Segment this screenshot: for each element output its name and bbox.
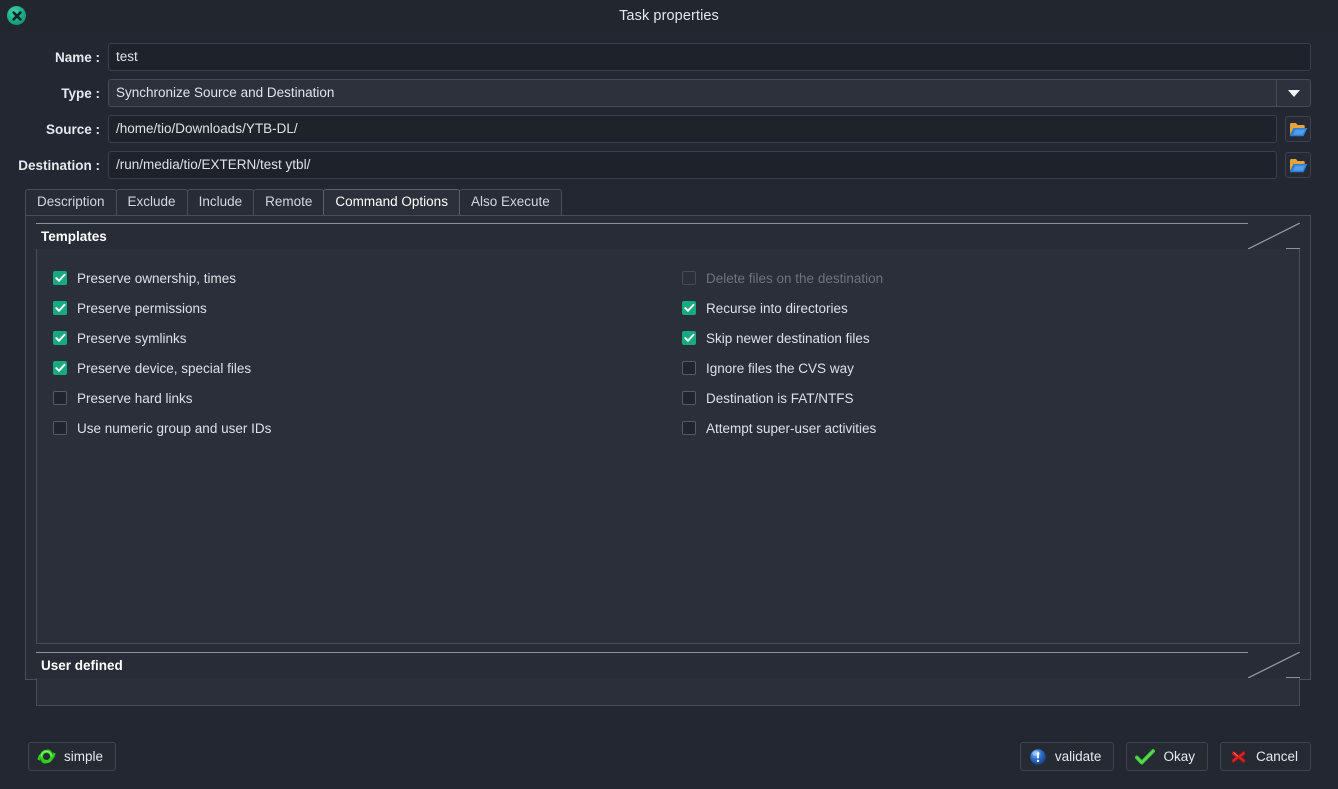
task-form: Name : test Type : Synchronize Source an… bbox=[0, 31, 1338, 179]
cancel-button-label: Cancel bbox=[1255, 749, 1298, 764]
checkbox-row[interactable]: Preserve hard links bbox=[53, 383, 668, 413]
name-label: Name : bbox=[54, 49, 100, 65]
tab-exclude[interactable]: Exclude bbox=[115, 189, 188, 215]
checkbox-checked-icon[interactable] bbox=[682, 331, 696, 345]
checkbox-label: Preserve device, special files bbox=[77, 360, 252, 376]
window-title: Task properties bbox=[619, 7, 719, 24]
user-defined-group-title: User defined bbox=[41, 658, 123, 673]
info-exclamation-icon bbox=[1029, 748, 1047, 766]
destination-input[interactable]: /run/media/tio/EXTERN/test ytbl/ bbox=[108, 151, 1277, 179]
title-bar: Task properties bbox=[0, 0, 1338, 31]
check-mark-icon bbox=[1135, 748, 1156, 766]
checkbox-unchecked-icon[interactable] bbox=[682, 421, 696, 435]
checkbox-label: Use numeric group and user IDs bbox=[77, 420, 272, 436]
checkbox-label: Recurse into directories bbox=[706, 300, 848, 316]
checkbox-row[interactable]: Use numeric group and user IDs bbox=[53, 413, 668, 443]
checkbox-row[interactable]: Skip newer destination files bbox=[682, 323, 1299, 353]
checkbox-label: Preserve ownership, times bbox=[77, 270, 237, 286]
templates-group-body: Preserve ownership, times Preserve permis… bbox=[36, 249, 1300, 644]
checkbox-row[interactable]: Preserve ownership, times bbox=[53, 263, 668, 293]
okay-button-label: Okay bbox=[1163, 749, 1195, 764]
validate-button-label: validate bbox=[1054, 749, 1102, 764]
checkbox-row[interactable]: Attempt super-user activities bbox=[682, 413, 1299, 443]
tab-also-execute[interactable]: Also Execute bbox=[458, 189, 562, 215]
checkbox-row: Delete files on the destination bbox=[682, 263, 1299, 293]
name-input[interactable]: test bbox=[108, 43, 1311, 71]
user-defined-group-body bbox=[36, 678, 1300, 706]
checkbox-checked-icon[interactable] bbox=[53, 271, 67, 285]
templates-right-column: Delete files on the destination Recurse i… bbox=[668, 263, 1299, 643]
checkbox-label: Delete files on the destination bbox=[706, 270, 884, 286]
checkbox-label: Ignore files the CVS way bbox=[706, 360, 854, 376]
source-label: Source : bbox=[45, 121, 100, 137]
sync-arrows-icon bbox=[37, 747, 56, 766]
tab-include[interactable]: Include bbox=[186, 189, 255, 215]
checkbox-row[interactable]: Recurse into directories bbox=[682, 293, 1299, 323]
checkbox-unchecked-icon[interactable] bbox=[682, 361, 696, 375]
templates-group-title: Templates bbox=[41, 229, 107, 244]
tab-description[interactable]: Description bbox=[25, 189, 117, 215]
tab-remote[interactable]: Remote bbox=[253, 189, 325, 215]
checkbox-checked-icon[interactable] bbox=[53, 301, 67, 315]
red-cross-icon bbox=[1229, 748, 1248, 766]
destination-label: Destination : bbox=[18, 157, 100, 173]
checkbox-unchecked-icon bbox=[682, 271, 696, 285]
folder-open-icon bbox=[1289, 122, 1307, 136]
checkbox-row[interactable]: Preserve symlinks bbox=[53, 323, 668, 353]
checkbox-checked-icon[interactable] bbox=[682, 301, 696, 315]
type-label: Type : bbox=[61, 85, 100, 101]
user-defined-group: User defined bbox=[36, 652, 1300, 706]
dialog-action-buttons: validate Okay Cancel bbox=[1019, 742, 1311, 771]
tab-bar: Description Exclude Include Remote Command O… bbox=[25, 189, 1338, 215]
type-select-value: Synchronize Source and Destination bbox=[116, 85, 335, 100]
source-row: Source : /home/tio/Downloads/YTB-DL/ bbox=[0, 115, 1311, 143]
checkbox-row[interactable]: Preserve permissions bbox=[53, 293, 668, 323]
checkbox-row[interactable]: Ignore files the CVS way bbox=[682, 353, 1299, 383]
user-defined-group-header: User defined bbox=[36, 652, 1300, 678]
checkbox-label: Attempt super-user activities bbox=[706, 420, 877, 436]
cancel-button[interactable]: Cancel bbox=[1219, 742, 1311, 771]
checkbox-unchecked-icon[interactable] bbox=[53, 421, 67, 435]
checkbox-row[interactable]: Destination is FAT/NTFS bbox=[682, 383, 1299, 413]
folder-open-icon bbox=[1289, 158, 1307, 172]
checkbox-checked-icon[interactable] bbox=[53, 331, 67, 345]
command-options-panel: Templates Preserve ownership, times Prese… bbox=[25, 215, 1311, 706]
destination-browse-button[interactable] bbox=[1285, 152, 1311, 178]
tab-command-options[interactable]: Command Options bbox=[323, 189, 460, 215]
simple-button-label: simple bbox=[64, 749, 104, 764]
source-browse-button[interactable] bbox=[1285, 116, 1311, 142]
checkbox-label: Preserve hard links bbox=[77, 390, 193, 406]
dialog-footer: simple validate Okay Cancel bbox=[0, 724, 1338, 789]
templates-group: Templates Preserve ownership, times Prese… bbox=[36, 223, 1300, 644]
checkbox-label: Skip newer destination files bbox=[706, 330, 870, 346]
okay-button[interactable]: Okay bbox=[1126, 742, 1208, 771]
source-input[interactable]: /home/tio/Downloads/YTB-DL/ bbox=[108, 115, 1277, 143]
checkbox-unchecked-icon[interactable] bbox=[53, 391, 67, 405]
templates-left-column: Preserve ownership, times Preserve permis… bbox=[37, 263, 668, 643]
templates-group-header: Templates bbox=[36, 223, 1300, 249]
name-row: Name : test bbox=[0, 43, 1311, 71]
type-row: Type : Synchronize Source and Destinatio… bbox=[0, 79, 1311, 107]
type-select[interactable]: Synchronize Source and Destination bbox=[108, 79, 1311, 107]
checkbox-label: Destination is FAT/NTFS bbox=[706, 390, 854, 406]
checkbox-label: Preserve permissions bbox=[77, 300, 207, 316]
close-circle-icon[interactable] bbox=[7, 6, 26, 25]
simple-button[interactable]: simple bbox=[28, 742, 117, 771]
chevron-down-icon[interactable] bbox=[1276, 80, 1310, 106]
checkbox-checked-icon[interactable] bbox=[53, 361, 67, 375]
validate-button[interactable]: validate bbox=[1019, 742, 1115, 771]
checkbox-unchecked-icon[interactable] bbox=[682, 391, 696, 405]
checkbox-row[interactable]: Preserve device, special files bbox=[53, 353, 668, 383]
destination-row: Destination : /run/media/tio/EXTERN/test… bbox=[0, 151, 1311, 179]
checkbox-label: Preserve symlinks bbox=[77, 330, 187, 346]
